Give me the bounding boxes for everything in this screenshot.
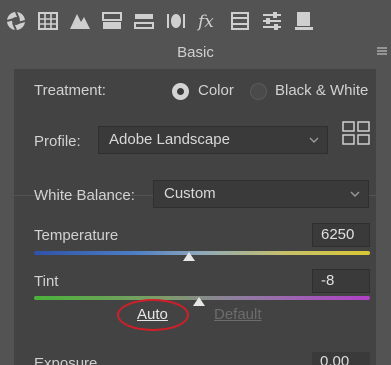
split-panel-icon[interactable] [100, 9, 124, 33]
default-button[interactable]: Default [214, 306, 262, 323]
temperature-slider-thumb[interactable] [182, 252, 195, 261]
profile-dropdown[interactable]: Adobe Landscape [98, 126, 328, 154]
tint-slider-thumb[interactable] [192, 297, 205, 306]
chevron-down-icon [350, 191, 360, 197]
tint-value-field[interactable]: -8 [312, 269, 370, 293]
tint-label: Tint [34, 273, 59, 290]
temperature-slider-track[interactable] [34, 251, 370, 255]
chevron-down-icon [309, 137, 319, 143]
camera-aperture-icon[interactable] [4, 9, 28, 33]
fx-icon[interactable]: fx [196, 9, 220, 33]
exposure-value-field[interactable]: 0.00 [312, 352, 370, 365]
sliders-icon[interactable] [260, 9, 284, 33]
snapshots-icon[interactable] [292, 9, 316, 33]
mountains-icon[interactable] [68, 9, 92, 33]
temperature-value-field[interactable]: 6250 [312, 223, 370, 247]
white-balance-value: Custom [164, 185, 216, 202]
annotation-circle [117, 299, 189, 331]
treatment-color-radio[interactable] [172, 83, 189, 100]
treatment-bw-radio[interactable] [250, 83, 267, 100]
panel-tab-toolbar: fx [0, 0, 391, 41]
white-balance-label: White Balance: [34, 187, 135, 204]
treatment-label: Treatment: [34, 82, 106, 99]
profile-label: Profile: [34, 133, 81, 150]
panel-title: Basic [177, 44, 214, 61]
exposure-label: Exposure [34, 355, 98, 365]
white-balance-dropdown[interactable]: Custom [153, 180, 369, 208]
panel-menu-icon[interactable] [377, 46, 387, 56]
split-toning-icon[interactable] [132, 9, 156, 33]
treatment-bw-label[interactable]: Black & White [275, 82, 368, 99]
treatment-color-label[interactable]: Color [198, 82, 234, 99]
calibration-icon[interactable] [228, 9, 252, 33]
temperature-label: Temperature [34, 227, 119, 244]
profile-value: Adobe Landscape [109, 131, 230, 148]
grid-icon[interactable] [36, 9, 60, 33]
profile-browser-grid-icon[interactable] [342, 121, 370, 145]
lens-icon[interactable] [164, 9, 188, 33]
svg-text:fx: fx [197, 12, 214, 32]
